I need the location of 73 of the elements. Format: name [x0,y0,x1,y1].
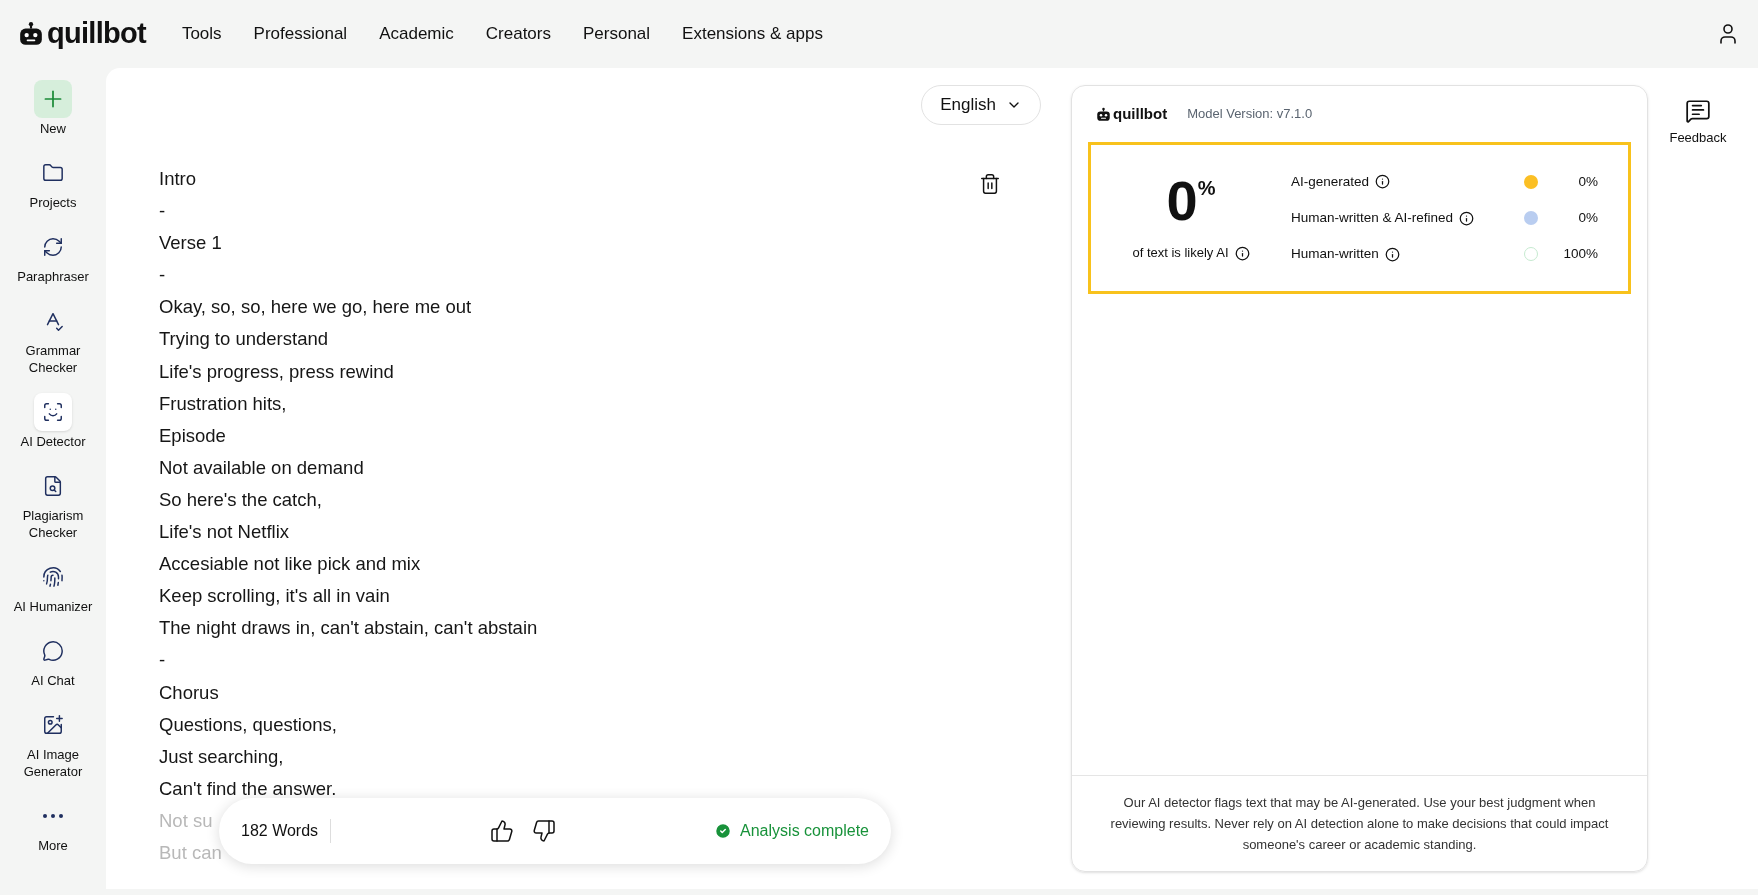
robot-icon [18,21,44,47]
disclaimer-text: Our AI detector flags text that may be AI-generated. Use your best judgment when reviewing results. Never rely on AI detection alone to make decisions that could impact someone's career or academic standing. [1072,775,1647,871]
category-value: 0% [1577,172,1598,191]
nav-link[interactable]: Tools [181,21,222,47]
robot-icon [1096,106,1111,122]
text-line: Verse 1 [159,231,222,256]
score-unit: % [1197,176,1216,200]
score-caption: of text is likely AI [1132,244,1229,263]
fingerprint-icon [42,566,64,588]
delete-icon[interactable] [979,173,1001,195]
feedback-button[interactable]: Feedback [1669,98,1727,154]
nav-link[interactable]: Professional [253,21,348,47]
category-value: 100% [1562,245,1598,264]
text-line: Okay, so, so, here we go, here me out [159,295,472,320]
text-line: But can [159,840,222,865]
text-line: Just searching, [159,744,284,769]
score-value: 0 [1166,173,1198,230]
info-icon[interactable] [1459,210,1475,226]
text-line: Life's progress, press rewind [159,359,394,384]
text-line: Intro [159,167,197,191]
nav-link[interactable]: Creators [485,21,551,47]
text-line: Not available on demand [159,455,364,480]
sidebar-item[interactable]: AI Chat [3,632,103,689]
chat-icon [42,640,64,662]
nav-link[interactable]: Extensions & apps [682,21,823,47]
model-version: Model Version: v7.1.0 [1187,105,1313,124]
category-value: 0% [1577,208,1598,227]
info-icon[interactable] [1234,245,1250,261]
sidebar-item[interactable]: New [3,80,103,137]
feedback-icon [1685,98,1711,124]
text-line: Frustration hits, [159,391,287,416]
thumbs-down-icon[interactable] [531,819,556,843]
scan-icon [42,401,64,423]
text-line: So here's the catch, [159,487,322,512]
category-label: Human-written [1291,245,1379,264]
sidebar-item[interactable]: Grammar Checker [3,302,103,376]
info-icon[interactable] [1375,174,1391,190]
text-line: Episode [159,423,226,448]
text-line: Can't find the answer. [159,776,337,801]
text-line: Chorus [159,680,219,705]
sidebar-item[interactable]: AI Image Generator [3,706,103,780]
sidebar-item[interactable]: More [3,797,103,854]
thumbs-up-icon[interactable] [489,819,514,843]
text-line: - [159,199,166,224]
info-icon[interactable] [1384,246,1400,262]
text-line: Questions, questions, [159,712,337,737]
category-label: Human-written & AI-refined [1291,208,1454,227]
text-line: Life's not Netflix [159,520,289,545]
sidebar-item[interactable]: Projects [3,154,103,211]
logo-text: quillbot [1113,103,1168,124]
sidebar-item[interactable]: Paraphraser [3,228,103,285]
refresh-icon [42,236,64,258]
category-label: AI-generated [1291,172,1370,191]
sidebar-item[interactable]: AI Humanizer [3,558,103,615]
more-icon [43,814,63,818]
check-icon [714,822,733,840]
text-line: The night draws in, can't abstain, can't abstain [159,616,538,641]
sidebar-item[interactable]: AI Detector [3,393,103,450]
status-text: Analysis complete [740,821,869,841]
text-line: - [159,648,166,673]
text-line: Trying to understand [159,327,328,352]
word-count: 182 Words [241,819,332,843]
image-plus-icon [42,714,64,736]
text-line: Accesiable not like pick and mix [159,552,421,577]
text-line: Not su [159,808,213,833]
nav-link[interactable]: Academic [379,21,454,47]
logo-text: quillbot [47,16,146,52]
sidebar-item[interactable]: Plagiarism Checker [3,467,103,541]
file-search-icon [42,475,64,497]
folder-icon [42,162,64,184]
nav-link[interactable]: Personal [582,21,651,47]
text-line: - [159,263,166,288]
text-line: Keep scrolling, it's all in vain [159,584,390,609]
